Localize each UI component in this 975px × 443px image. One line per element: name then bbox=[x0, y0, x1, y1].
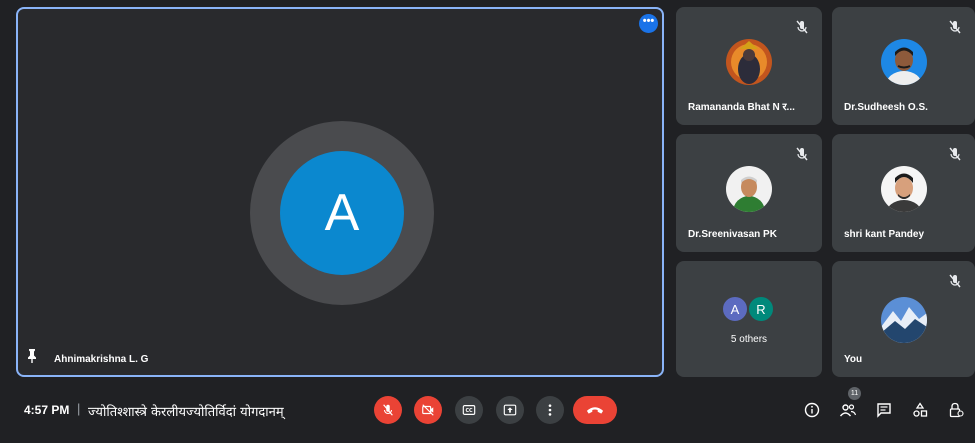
mic-off-icon bbox=[949, 274, 961, 288]
chat-button[interactable] bbox=[872, 398, 896, 422]
chat-icon bbox=[877, 403, 891, 418]
participant-photo bbox=[880, 39, 927, 85]
participant-name: Dr.Sudheesh O.S. bbox=[844, 102, 928, 113]
lock-person-icon bbox=[949, 402, 964, 418]
present-icon bbox=[503, 404, 517, 416]
meeting-title: ज्योतिश्शास्त्रे केरलीयज्योतिर्विदां योग… bbox=[88, 405, 284, 420]
participant-tile-sreenivasan[interactable]: Dr.Sreenivasan PK bbox=[676, 134, 822, 252]
shapes-icon bbox=[913, 402, 928, 417]
participant-tile-ramananda[interactable]: Ramananda Bhat N र... bbox=[676, 7, 822, 125]
svg-text:CC: CC bbox=[465, 408, 473, 414]
self-tile[interactable]: You bbox=[832, 261, 975, 377]
participant-name: Ramananda Bhat N र... bbox=[688, 102, 795, 113]
participant-count-badge: 11 bbox=[848, 387, 861, 400]
participant-name: shri kant Pandey bbox=[844, 229, 925, 240]
hang-up-icon bbox=[586, 407, 604, 414]
participant-photo bbox=[726, 39, 772, 85]
others-avatar-r: R bbox=[748, 296, 774, 322]
mic-off-icon bbox=[796, 20, 808, 34]
leave-call-button[interactable] bbox=[573, 396, 617, 424]
participant-name: Dr.Sreenivasan PK bbox=[688, 229, 777, 240]
mic-off-icon bbox=[949, 147, 961, 161]
people-button[interactable] bbox=[836, 398, 860, 422]
participant-photo bbox=[880, 166, 927, 212]
meeting-details-button[interactable] bbox=[800, 398, 824, 422]
others-count-label: 5 others bbox=[730, 334, 768, 345]
separator: | bbox=[77, 401, 81, 416]
main-speaker-name: Ahnimakrishna L. G bbox=[54, 354, 149, 365]
mic-off-icon bbox=[796, 147, 808, 161]
mic-off-icon bbox=[383, 404, 393, 416]
meeting-clock: 4:57 PM bbox=[24, 403, 70, 417]
camera-toggle-button[interactable] bbox=[414, 396, 442, 424]
others-avatar-a: A bbox=[722, 296, 748, 322]
mic-toggle-button[interactable] bbox=[374, 396, 402, 424]
more-options-button[interactable]: ••• bbox=[639, 14, 658, 33]
info-icon bbox=[804, 402, 820, 418]
participant-tile-sudheesh[interactable]: Dr.Sudheesh O.S. bbox=[832, 7, 975, 125]
self-name: You bbox=[844, 354, 863, 365]
present-screen-button[interactable] bbox=[496, 396, 524, 424]
participant-photo bbox=[726, 166, 772, 212]
activities-button[interactable] bbox=[908, 398, 932, 422]
participant-tile-pandey[interactable]: shri kant Pandey bbox=[832, 134, 975, 252]
people-icon bbox=[839, 404, 857, 417]
more-vert-icon bbox=[548, 404, 552, 416]
self-photo bbox=[880, 297, 927, 343]
bottom-control-bar: 4:57 PM | ज्योतिश्शास्त्रे केरलीयज्योतिर… bbox=[0, 381, 975, 443]
main-avatar: A bbox=[280, 151, 404, 275]
host-controls-button[interactable] bbox=[944, 398, 968, 422]
camera-off-icon bbox=[422, 404, 434, 416]
main-speaker-tile[interactable]: A ••• Ahnimakrishna L. G bbox=[16, 7, 664, 377]
captions-button[interactable]: CC bbox=[455, 396, 483, 424]
closed-captions-icon: CC bbox=[462, 405, 476, 415]
pin-icon[interactable] bbox=[26, 349, 38, 363]
others-tile[interactable]: A R 5 others bbox=[676, 261, 822, 377]
more-options-menu-button[interactable] bbox=[536, 396, 564, 424]
mic-off-icon bbox=[949, 20, 961, 34]
